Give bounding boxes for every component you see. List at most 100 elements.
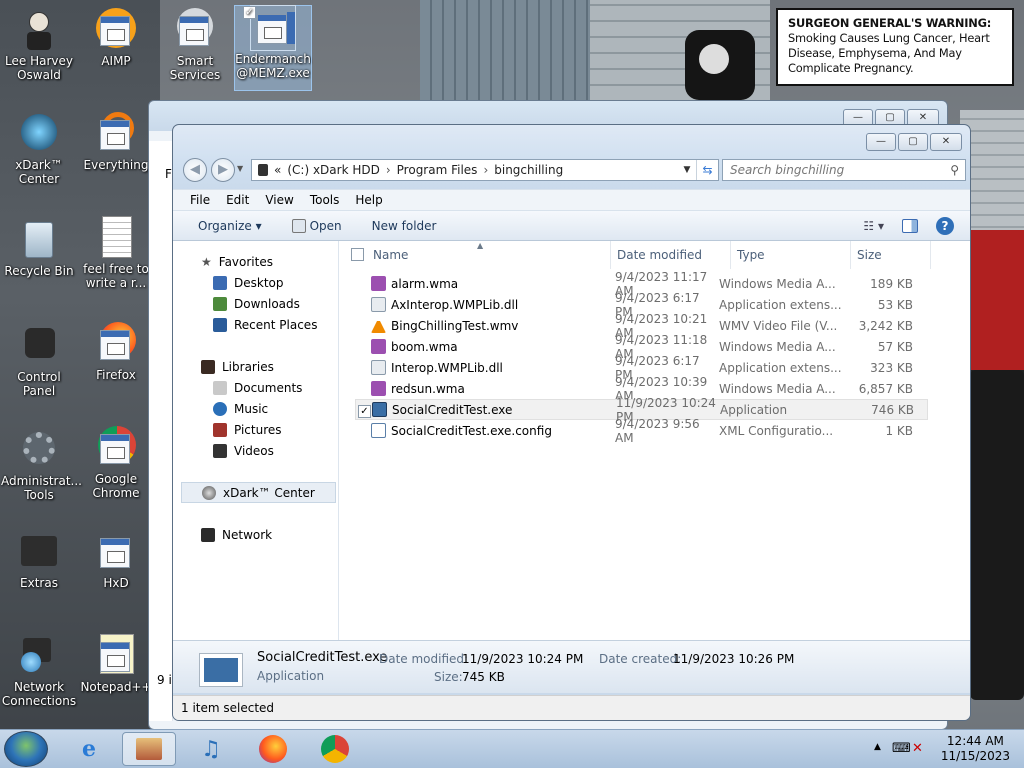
desktop-icon-label: Extras: [20, 576, 58, 590]
desktop-icon-notepad-plus-plus[interactable]: Notepad++: [78, 634, 154, 694]
search-placeholder: Search bingchilling: [730, 163, 845, 177]
menu-help[interactable]: Help: [355, 193, 382, 207]
desktop-icon-everything[interactable]: Everything: [78, 112, 154, 172]
address-overflow[interactable]: «: [274, 163, 281, 177]
desktop-icon-smart-services[interactable]: Smart Services: [157, 8, 233, 82]
column-header-date[interactable]: Date modified: [611, 241, 731, 269]
menu-edit[interactable]: Edit: [226, 193, 249, 207]
music-note-icon: ♫: [201, 736, 221, 762]
nav-libraries[interactable]: Libraries: [173, 356, 338, 377]
start-button[interactable]: [4, 731, 48, 767]
file-type: Windows Media A...: [719, 381, 836, 396]
minimize-button[interactable]: —: [866, 133, 896, 151]
clock[interactable]: 12:44 AM 11/15/2023: [941, 734, 1010, 764]
column-label: Name: [373, 248, 409, 262]
change-view-icon[interactable]: ☷ ▾: [863, 219, 884, 233]
taskbar-chrome[interactable]: [308, 732, 362, 766]
explorer-window[interactable]: — ▢ ✕ ◀ ▶ ▼ « (C:) xDark HDD › Program F…: [172, 124, 971, 721]
breadcrumb-separator-icon[interactable]: ›: [483, 163, 488, 177]
address-bar[interactable]: « (C:) xDark HDD › Program Files › bingc…: [251, 159, 719, 181]
nav-label: Network: [222, 527, 273, 542]
desktop-icon-lee-harvey-oswald[interactable]: Lee Harvey Oswald: [1, 8, 77, 82]
desktop-icon-endermanch-memz[interactable]: ✓ Endermanch @MEMZ.exe: [234, 5, 312, 91]
help-icon[interactable]: ?: [936, 217, 954, 235]
nav-network[interactable]: Network: [173, 524, 338, 545]
taskbar-music[interactable]: ♫: [184, 732, 238, 766]
menu-view[interactable]: View: [265, 193, 293, 207]
desktop-icon-hxd[interactable]: HxD: [78, 530, 154, 590]
nav-label: Downloads: [234, 296, 300, 311]
nav-desktop[interactable]: Desktop: [173, 272, 338, 293]
navigation-pane: ★ Favorites Desktop Downloads Recent Plac…: [173, 241, 339, 640]
taskbar-internet-explorer[interactable]: e: [62, 732, 116, 766]
nav-music[interactable]: Music: [173, 398, 338, 419]
desktop-folder-icon: [213, 275, 227, 290]
network-status-icon[interactable]: ⌨: [892, 741, 911, 756]
desktop-icon-firefox[interactable]: Firefox: [78, 322, 154, 382]
column-header-name[interactable]: Name ▲: [339, 241, 611, 269]
nav-label: Favorites: [218, 254, 273, 269]
show-hidden-icons[interactable]: ▲: [874, 742, 881, 752]
desktop-icon-xdark-center[interactable]: xDark™ Center: [1, 112, 77, 186]
desktop-icon-aimp[interactable]: AIMP: [78, 8, 154, 68]
column-header-type[interactable]: Type: [731, 241, 851, 269]
downloads-folder-icon: [213, 296, 227, 311]
menu-file[interactable]: File: [190, 193, 210, 207]
column-label: Size: [857, 248, 882, 262]
breadcrumb-drive[interactable]: (C:) xDark HDD: [287, 163, 380, 177]
desktop-icon-label: Recycle Bin: [4, 264, 74, 278]
row-checkbox[interactable]: ✓: [358, 405, 371, 418]
file-name: SocialCreditTest.exe: [392, 402, 513, 417]
nav-documents[interactable]: Documents: [173, 377, 338, 398]
forward-button[interactable]: ▶: [211, 158, 235, 182]
search-input[interactable]: Search bingchilling ⚲: [722, 159, 966, 181]
open-icon: [291, 218, 306, 233]
open-button[interactable]: Open: [291, 218, 342, 233]
select-all-checkbox[interactable]: [351, 248, 364, 261]
nav-favorites[interactable]: ★ Favorites: [173, 251, 338, 272]
recent-pages-dropdown[interactable]: ▼: [237, 164, 243, 173]
desktop-icon-label: Smart Services: [169, 54, 221, 82]
nav-recent-places[interactable]: Recent Places: [173, 314, 338, 335]
details-size-value: 745 KB: [462, 670, 505, 684]
volume-muted-icon[interactable]: ✕: [912, 741, 923, 756]
clock-time: 12:44 AM: [946, 734, 1004, 748]
firefox-icon: [259, 735, 287, 763]
person-icon: [17, 8, 61, 52]
star-icon: ★: [201, 254, 212, 269]
nav-label: Music: [234, 401, 269, 416]
desktop-icon-recycle-bin[interactable]: Recycle Bin: [1, 218, 77, 278]
preview-pane-icon[interactable]: [902, 219, 918, 233]
desktop-icon-administrative-tools[interactable]: Administrat... Tools: [1, 428, 82, 502]
menu-tools[interactable]: Tools: [310, 193, 340, 207]
column-header-size[interactable]: Size: [851, 241, 931, 269]
back-button[interactable]: ◀: [183, 158, 207, 182]
address-dropdown-icon[interactable]: ▼: [680, 160, 694, 180]
close-button[interactable]: ✕: [930, 133, 962, 151]
nav-videos[interactable]: Videos: [173, 440, 338, 461]
taskbar-firefox[interactable]: [246, 732, 300, 766]
desktop-icon-extras[interactable]: Extras: [1, 530, 77, 590]
file-row[interactable]: SocialCreditTest.exe.config 9/4/2023 9:5…: [355, 417, 928, 445]
maximize-button[interactable]: ▢: [898, 133, 928, 151]
search-icon[interactable]: ⚲: [950, 160, 959, 180]
explorer-icon: [136, 738, 162, 760]
refresh-icon[interactable]: ⇆: [696, 160, 718, 180]
status-text: 1 item selected: [181, 701, 275, 715]
organize-button[interactable]: Organize ▾: [198, 219, 262, 233]
nav-xdark-center[interactable]: xDark™ Center: [181, 482, 336, 503]
breadcrumb-program-files[interactable]: Program Files: [397, 163, 478, 177]
desktop-icon-google-chrome[interactable]: Google Chrome: [78, 426, 154, 500]
desktop-icon-network-connections[interactable]: Network Connections: [1, 634, 77, 708]
nav-downloads[interactable]: Downloads: [173, 293, 338, 314]
taskbar-explorer[interactable]: [122, 732, 176, 766]
new-folder-button[interactable]: New folder: [372, 219, 437, 233]
drive-icon: [258, 164, 268, 176]
desktop-icon-control-panel[interactable]: Control Panel: [1, 324, 77, 398]
desktop-icon-label: Lee Harvey Oswald: [5, 54, 73, 82]
view-controls: ☷ ▾ ?: [863, 217, 954, 235]
nav-pictures[interactable]: Pictures: [173, 419, 338, 440]
breadcrumb-separator-icon[interactable]: ›: [386, 163, 391, 177]
desktop-icon-feel-free-to-write[interactable]: feel free to write a r...: [78, 216, 154, 290]
breadcrumb-bingchilling[interactable]: bingchilling: [494, 163, 563, 177]
